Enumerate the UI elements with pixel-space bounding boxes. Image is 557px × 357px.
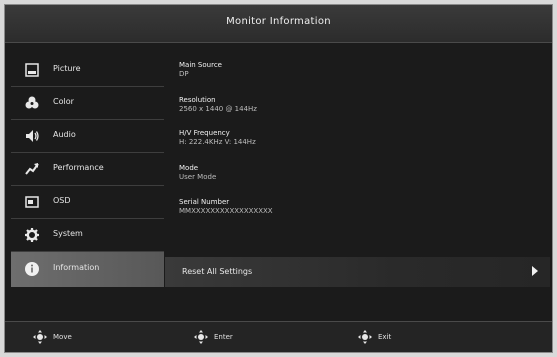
field-label: Resolution	[179, 96, 216, 104]
dpad-exit-icon	[358, 330, 372, 344]
info-field-mode: Mode User Mode	[179, 164, 216, 182]
info-field-serial-number: Serial Number MMXXXXXXXXXXXXXXXXX	[179, 198, 273, 216]
footer-hints: Move Enter Exit	[5, 321, 552, 352]
chevron-right-icon	[532, 266, 538, 276]
info-field-main-source: Main Source DP	[179, 61, 222, 79]
field-value: DP	[179, 70, 189, 78]
field-value: User Mode	[179, 173, 217, 181]
hint-label: Move	[53, 333, 72, 341]
field-value: 2560 x 1440 @ 144Hz	[179, 105, 257, 113]
field-value: H: 222.4KHz V: 144Hz	[179, 138, 256, 146]
osd-window: Monitor Information Picture Color Audio …	[4, 4, 553, 353]
field-value: MMXXXXXXXXXXXXXXXXX	[179, 207, 273, 215]
reset-all-settings-label: Reset All Settings	[182, 267, 253, 276]
info-panel: Main Source DP Resolution 2560 x 1440 @ …	[5, 5, 552, 352]
dpad-move-icon	[33, 330, 47, 344]
reset-all-settings-item[interactable]: Reset All Settings	[165, 257, 550, 287]
hint-label: Enter	[214, 333, 233, 341]
field-label: H/V Frequency	[179, 129, 230, 137]
field-label: Mode	[179, 164, 199, 172]
field-label: Main Source	[179, 61, 222, 69]
info-field-hv-frequency: H/V Frequency H: 222.4KHz V: 144Hz	[179, 129, 256, 147]
hint-label: Exit	[378, 333, 392, 341]
dpad-enter-icon	[194, 330, 208, 344]
info-field-resolution: Resolution 2560 x 1440 @ 144Hz	[179, 96, 257, 114]
field-label: Serial Number	[179, 198, 230, 206]
